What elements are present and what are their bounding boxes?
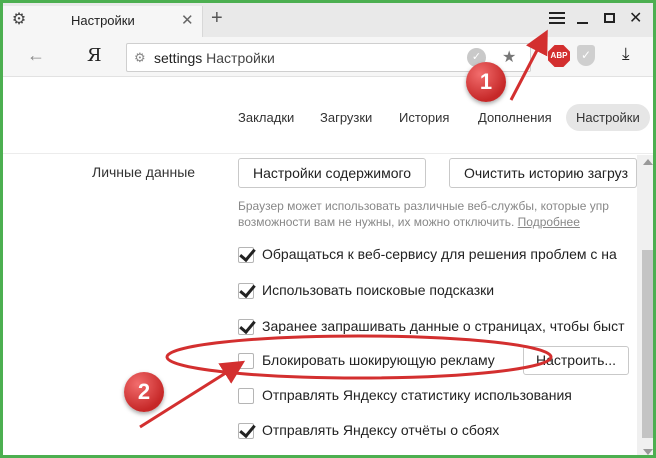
description-line-1: Браузер может использовать различные веб… — [238, 199, 609, 213]
configure-button[interactable]: Настроить... — [523, 346, 630, 375]
checkbox[interactable] — [238, 353, 254, 369]
checkbox[interactable] — [238, 388, 254, 404]
option-label: Использовать поисковые подсказки — [262, 282, 495, 298]
minimize-button[interactable] — [577, 22, 588, 24]
content-settings-button[interactable]: Настройки содержимого — [238, 158, 427, 188]
option-label: Отправлять Яндексу статистику использова… — [262, 387, 572, 403]
nav-bookmarks[interactable]: Закладки — [238, 110, 294, 125]
divider — [3, 153, 653, 154]
checkbox[interactable] — [238, 247, 254, 263]
maximize-button[interactable] — [604, 13, 615, 23]
shield-extension-icon[interactable]: ✓ — [577, 45, 595, 66]
yandex-logo[interactable]: Я — [87, 45, 102, 66]
tab-bar: ⚙ Настройки ✕ + ✕ — [3, 3, 653, 37]
option-label: Отправлять Яндексу отчёты о сбоях — [262, 422, 500, 438]
checkbox[interactable] — [238, 423, 254, 439]
nav-addons[interactable]: Дополнения — [478, 110, 552, 125]
tab-title: Настройки — [71, 13, 135, 28]
scrollbar-thumb[interactable] — [642, 250, 653, 438]
scroll-down-arrow-icon[interactable] — [643, 449, 653, 455]
close-tab-icon[interactable]: ✕ — [181, 11, 194, 29]
nav-downloads[interactable]: Загрузки — [320, 110, 372, 125]
download-icon[interactable]: ⤓ — [622, 44, 630, 64]
new-tab-button[interactable]: + — [211, 6, 223, 30]
annotation-badge-1: 1 — [466, 62, 506, 102]
annotation-badge-2: 2 — [124, 372, 164, 412]
tab-settings[interactable]: ⚙ Настройки ✕ — [3, 6, 203, 37]
adblock-icon[interactable]: ABP — [548, 45, 570, 67]
close-window-button[interactable]: ✕ — [629, 8, 642, 28]
option-label: Заранее запрашивать данные о страницах, … — [262, 318, 625, 334]
clear-history-button[interactable]: Очистить историю загруз — [449, 158, 637, 188]
address-prefix: settings — [154, 50, 203, 66]
option-label: Блокировать шокирующую рекламу — [262, 352, 495, 368]
option-label: Обращаться к веб-сервису для решения про… — [262, 246, 617, 262]
address-text[interactable]: settings Настройки — [154, 50, 275, 66]
checkbox[interactable] — [238, 283, 254, 299]
scroll-up-arrow-icon[interactable] — [643, 159, 653, 165]
settings-page-icon: ⚙ — [134, 50, 146, 65]
star-icon[interactable]: ★ — [502, 47, 516, 67]
browser-window: ⚙ Настройки ✕ + ✕ ← Я ⚙ settings Настрой… — [0, 0, 656, 458]
back-arrow-icon[interactable]: ← — [27, 45, 45, 66]
scrollbar[interactable] — [637, 155, 653, 455]
section-description: Браузер может использовать различные веб… — [238, 198, 609, 230]
description-line-2: возможности вам не нужны, их можно отклю… — [238, 215, 515, 229]
gear-icon: ⚙ — [11, 11, 27, 28]
hamburger-menu-icon[interactable] — [549, 12, 565, 24]
address-title: Настройки — [206, 50, 275, 66]
checkbox[interactable] — [238, 319, 254, 335]
settings-nav: Закладки Загрузки История Дополнения Нас… — [3, 101, 653, 135]
nav-history[interactable]: История — [399, 110, 449, 125]
nav-settings[interactable]: Настройки — [566, 104, 650, 131]
more-link[interactable]: Подробнее — [518, 215, 580, 229]
toolbar: ← Я ⚙ settings Настройки ✓ ★ ABP ✓ ⤓ — [3, 37, 653, 77]
section-personal-data-label: Личные данные — [92, 164, 196, 180]
